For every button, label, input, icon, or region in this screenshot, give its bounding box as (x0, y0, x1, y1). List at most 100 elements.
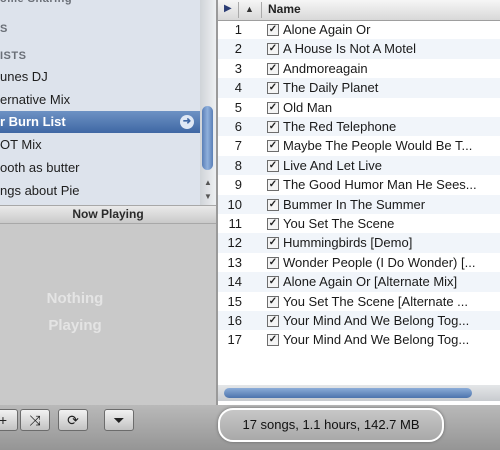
track-title: Bummer In The Summer (283, 196, 426, 212)
track-checkbox[interactable]: ✓ (267, 198, 279, 211)
sidebar-item-smooth-as-butter[interactable]: ooth as butter (0, 157, 200, 179)
track-title: You Set The Scene [Alternate ... (283, 293, 469, 309)
sidebar-item-hot-mix[interactable]: OT Mix (0, 134, 200, 156)
track-checkbox[interactable]: ✓ (267, 24, 279, 36)
track-checkbox[interactable]: ✓ (267, 43, 279, 56)
track-number: 14 (227, 274, 242, 290)
column-header-row: ▶ ▲ Name (218, 0, 500, 21)
arrow-right-circle-icon[interactable]: ➜ (180, 115, 194, 129)
status-summary[interactable]: 17 songs, 1.1 hours, 142.7 MB (218, 408, 444, 442)
track-row[interactable]: 12 ✓ Hummingbirds [Demo] (218, 233, 500, 253)
track-number: 3 (234, 60, 242, 76)
sidebar-item-songs-about-pie[interactable]: ngs about Pie (0, 180, 200, 202)
sidebar-scroll-thumb[interactable] (202, 106, 213, 170)
track-number: 6 (234, 119, 242, 134)
horizontal-scroll-thumb[interactable] (224, 388, 472, 398)
track-number: 11 (228, 216, 243, 231)
track-title: Hummingbirds [Demo] (283, 235, 413, 251)
track-checkbox[interactable]: ✓ (267, 179, 279, 192)
track-title: Alone Again Or [Alternate Mix] (283, 274, 458, 290)
track-number: 16 (227, 313, 242, 328)
track-title: Old Man (283, 99, 333, 115)
bottom-toolbar: + ⤨ ⟳ ⏷ 17 songs, 1.1 hours, 142.7 MB (0, 405, 500, 450)
sidebar-item-burn-list[interactable]: r Burn List ➜ (0, 111, 200, 133)
track-checkbox[interactable]: ✓ (267, 276, 279, 289)
repeat-button[interactable]: ⟳ (58, 409, 88, 431)
play-status-column-icon[interactable]: ▶ (224, 3, 232, 14)
sidebar-header-sharing: ome Sharing (0, 0, 200, 10)
track-list: ▶ ▲ Name 1 ✓ Alone Again Or 2 ✓ A House … (218, 0, 500, 405)
track-checkbox[interactable]: ✓ (267, 121, 279, 133)
track-number: 13 (227, 254, 242, 270)
track-checkbox[interactable]: ✓ (267, 237, 279, 250)
column-header-name[interactable]: Name (268, 2, 301, 16)
track-row[interactable]: 9 ✓ The Good Humor Man He Sees... (218, 175, 500, 194)
track-number: 8 (234, 157, 242, 173)
sidebar-item-label: r Burn List (0, 114, 66, 129)
track-row[interactable]: 3 ✓ Andmoreagain (218, 59, 500, 78)
track-row[interactable]: 10 ✓ Bummer In The Summer (218, 194, 500, 214)
shuffle-button[interactable]: ⤨ (20, 409, 50, 431)
sidebar-header-label: ome Sharing (0, 0, 72, 10)
sidebar-header-playlists: ISTS (0, 45, 200, 67)
track-row[interactable]: 1 ✓ Alone Again Or (218, 20, 500, 39)
sidebar-header-s: S (0, 18, 200, 40)
track-title: The Good Humor Man He Sees... (283, 177, 477, 193)
sidebar-item-alternative-mix[interactable]: ernative Mix (0, 89, 200, 111)
repeat-icon: ⟳ (67, 412, 79, 428)
track-title: The Red Telephone (283, 119, 397, 134)
scroll-down-icon[interactable]: ▼ (200, 190, 216, 204)
track-title: Maybe The People Would Be T... (283, 138, 473, 154)
track-checkbox[interactable]: ✓ (267, 315, 279, 327)
track-row[interactable]: 7 ✓ Maybe The People Would Be T... (218, 136, 500, 155)
column-separator (238, 2, 239, 18)
track-checkbox[interactable]: ✓ (267, 140, 279, 153)
track-row[interactable]: 5 ✓ Old Man (218, 98, 500, 117)
track-checkbox[interactable]: ✓ (267, 82, 279, 95)
track-row[interactable]: 11 ✓ You Set The Scene (218, 214, 500, 233)
sidebar-item-itunes-dj[interactable]: unes DJ (0, 66, 200, 88)
sidebar-header-label: S (0, 23, 8, 35)
track-number: 1 (234, 22, 242, 37)
track-number: 15 (227, 293, 242, 309)
track-row[interactable]: 6 ✓ The Red Telephone (218, 117, 500, 137)
track-row[interactable]: 8 ✓ Live And Let Live (218, 155, 500, 176)
track-checkbox[interactable]: ✓ (267, 218, 279, 230)
track-number: 12 (227, 235, 242, 251)
sidebar-item-label: ernative Mix (0, 92, 71, 107)
track-row[interactable]: 13 ✓ Wonder People (I Do Wonder) [... (218, 253, 500, 272)
track-checkbox[interactable]: ✓ (267, 295, 279, 308)
sidebar-scrollbar[interactable]: ▲ ▼ (200, 0, 216, 205)
column-separator (261, 2, 262, 18)
track-title: Your Mind And We Belong Tog... (283, 313, 470, 328)
sort-ascending-icon[interactable]: ▲ (245, 4, 254, 14)
now-playing-header: Now Playing (0, 205, 216, 224)
track-title: Your Mind And We Belong Tog... (283, 332, 470, 348)
add-playlist-button[interactable]: + (0, 409, 18, 431)
source-list: ome Sharing S ISTS unes DJ ernative Mix … (0, 0, 216, 205)
track-checkbox[interactable]: ✓ (267, 159, 279, 172)
track-row[interactable]: 15 ✓ You Set The Scene [Alternate ... (218, 292, 500, 311)
sidebar-header-label: ISTS (0, 50, 27, 62)
sidebar-item-label: OT Mix (0, 137, 42, 152)
track-number: 2 (234, 41, 242, 57)
track-title: Alone Again Or (283, 22, 371, 37)
track-title: A House Is Not A Motel (283, 41, 416, 57)
track-checkbox[interactable]: ✓ (267, 62, 279, 75)
track-row[interactable]: 14 ✓ Alone Again Or [Alternate Mix] (218, 272, 500, 292)
track-row[interactable]: 16 ✓ Your Mind And We Belong Tog... (218, 311, 500, 331)
track-title: You Set The Scene (283, 216, 395, 231)
track-row[interactable]: 17 ✓ Your Mind And We Belong Tog... (218, 330, 500, 349)
now-playing-text: Nothing (46, 290, 104, 307)
show-artwork-button[interactable]: ⏷ (104, 409, 134, 431)
track-checkbox[interactable]: ✓ (267, 256, 279, 269)
track-checkbox[interactable]: ✓ (267, 334, 279, 347)
track-row[interactable]: 4 ✓ The Daily Planet (218, 78, 500, 98)
shuffle-icon: ⤨ (29, 412, 41, 428)
track-checkbox[interactable]: ✓ (267, 101, 279, 114)
track-row[interactable]: 2 ✓ A House Is Not A Motel (218, 39, 500, 59)
horizontal-scrollbar[interactable] (218, 385, 500, 401)
track-number: 17 (227, 332, 242, 348)
scroll-up-icon[interactable]: ▲ (200, 176, 216, 190)
track-title: The Daily Planet (283, 80, 379, 96)
